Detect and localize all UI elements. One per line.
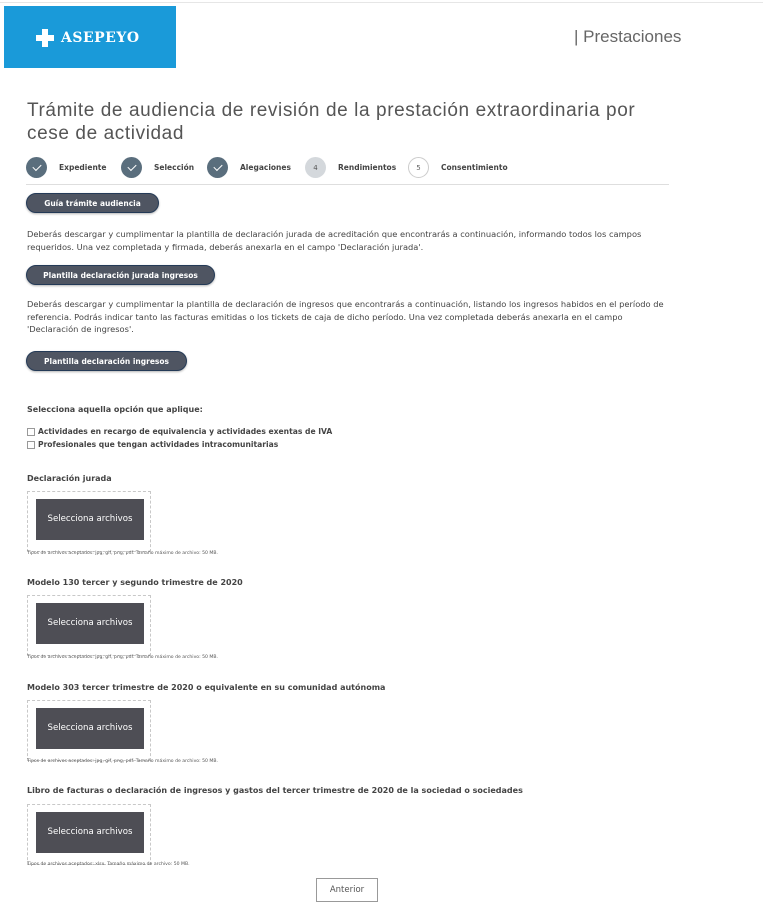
upload-label-libro-facturas: Libro de facturas o declaración de ingre… (27, 786, 523, 795)
upload-dropzone[interactable]: Selecciona archivos (27, 491, 151, 552)
step-consentimiento: 5 Consentimiento (408, 157, 508, 178)
file-types-hint: Tipos de archivos aceptados: jpg, gif, p… (27, 551, 219, 556)
checkbox[interactable] (27, 427, 35, 436)
check-icon (121, 157, 142, 178)
file-types-hint: Tipos de archivos aceptados: jpg, gif, p… (27, 655, 219, 660)
checkbox[interactable] (27, 440, 35, 449)
step-rendimientos: 4 Rendimientos (305, 157, 396, 178)
select-files-button[interactable]: Selecciona archivos (36, 812, 144, 853)
page-title: Trámite de audiencia de revisión de la p… (27, 100, 636, 144)
step-label: Expediente (59, 163, 107, 172)
option-label: Actividades en recargo de equivalencia y… (38, 427, 333, 436)
step-seleccion: Selección (121, 157, 194, 178)
file-types-hint: Tipos de archivos aceptados: jpg, gif, p… (27, 759, 219, 764)
select-files-button[interactable]: Selecciona archivos (36, 708, 144, 749)
step-number: 4 (305, 157, 326, 178)
stepper: Expediente Selección Alegaciones 4 Rendi… (26, 157, 670, 183)
instructions-declaracion-jurada: Deberás descargar y cumplimentar la plan… (27, 229, 642, 252)
upload-dropzone[interactable]: Selecciona archivos (27, 595, 151, 656)
step-label: Selección (154, 163, 195, 172)
option-label: Profesionales que tengan actividades int… (38, 440, 279, 449)
upload-label-modelo-130: Modelo 130 tercer y segundo trimestre de… (27, 578, 243, 587)
upload-label-modelo-303: Modelo 303 tercer trimestre de 2020 o eq… (27, 683, 386, 692)
step-label: Rendimientos (338, 163, 397, 172)
upload-dropzone[interactable]: Selecciona archivos (27, 700, 151, 761)
plantilla-ingresos-button[interactable]: Plantilla declaración ingresos (26, 351, 187, 371)
option-recargo-equivalencia[interactable]: Actividades en recargo de equivalencia y… (27, 427, 332, 436)
previous-button[interactable]: Anterior (316, 878, 378, 902)
check-icon (207, 157, 228, 178)
select-files-button[interactable]: Selecciona archivos (36, 499, 144, 540)
upload-dropzone[interactable]: Selecciona archivos (27, 804, 151, 865)
check-icon (26, 157, 47, 178)
brand-name: ASEPEYO (61, 30, 140, 46)
file-types-hint: Tipos de archivos aceptados: xlsx. Tamañ… (27, 862, 190, 867)
upload-label-declaracion-jurada: Declaración jurada (27, 474, 112, 483)
step-label: Consentimiento (441, 163, 508, 172)
section-title: | Prestaciones (574, 27, 682, 46)
stepper-divider (26, 184, 669, 185)
cross-icon (36, 29, 54, 47)
select-files-button[interactable]: Selecciona archivos (36, 603, 144, 644)
guia-tramite-button[interactable]: Guía trámite audiencia (26, 193, 159, 213)
top-divider (0, 2, 763, 3)
brand-logo[interactable]: ASEPEYO (4, 6, 176, 68)
instructions-declaracion-ingresos: Deberás descargar y cumplimentar la plan… (27, 299, 664, 334)
step-label: Alegaciones (240, 163, 291, 172)
options-label: Selecciona aquella opción que aplique: (27, 405, 203, 414)
option-intracomunitarias[interactable]: Profesionales que tengan actividades int… (27, 440, 278, 449)
plantilla-jurada-button[interactable]: Plantilla declaración jurada ingresos (26, 265, 215, 285)
step-number: 5 (408, 157, 429, 178)
step-expediente: Expediente (26, 157, 106, 178)
step-alegaciones: Alegaciones (207, 157, 291, 178)
